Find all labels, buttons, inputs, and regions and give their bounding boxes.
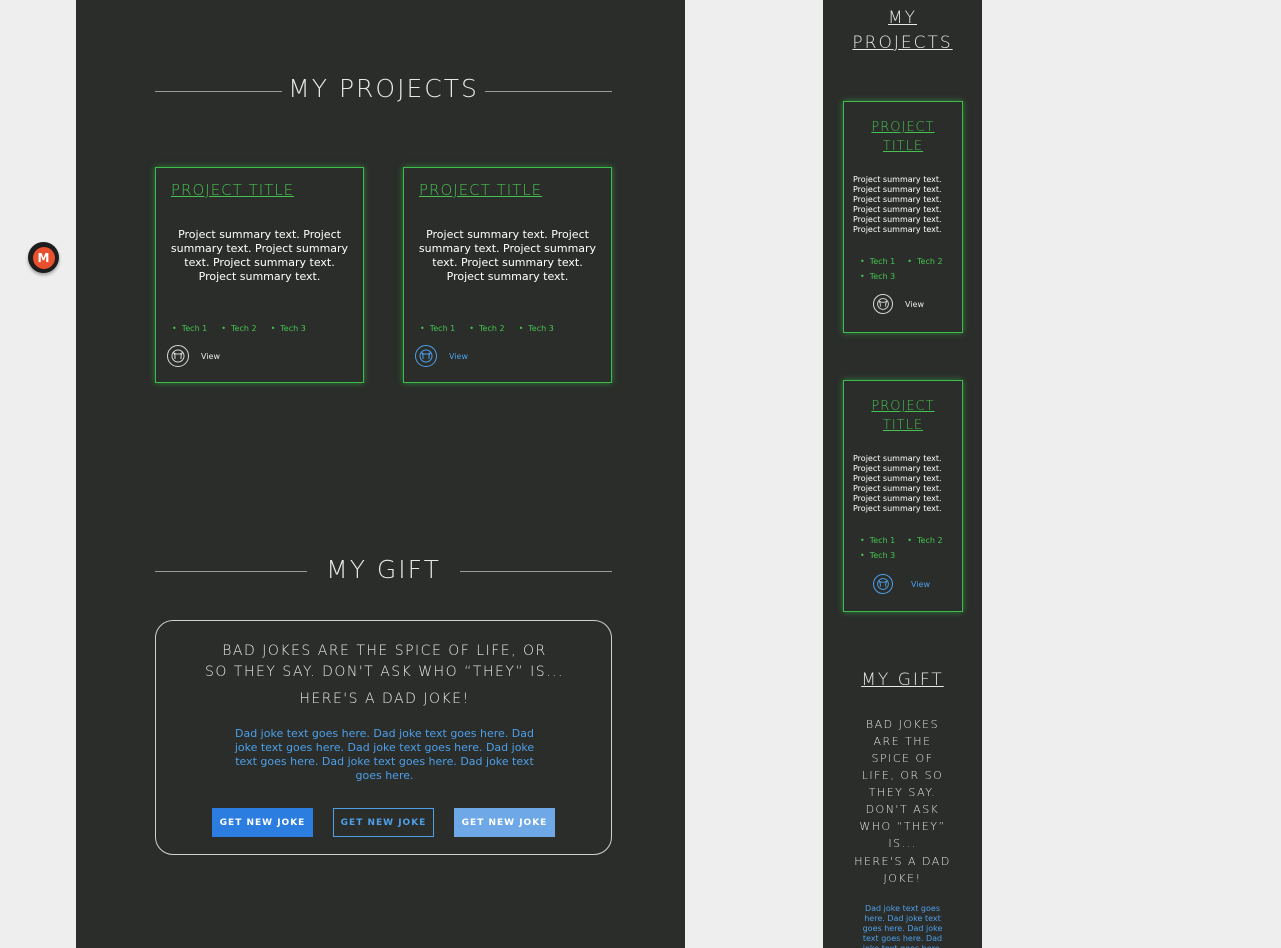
project-title[interactable]: PROJECT TITLE [844, 118, 962, 156]
heading-rule-right [460, 571, 612, 572]
gift-intro-line1: BAD JOKES ARE THE SPICE OF LIFE, OR [222, 643, 547, 659]
projects-heading-line2: PROJECTS [852, 33, 953, 53]
project-card: PROJECT TITLE Project summary text. Proj… [843, 380, 963, 612]
gift-subtitle: HERE'S A DAD JOKE! [854, 855, 951, 885]
view-row: View [873, 294, 924, 314]
github-icon[interactable] [873, 294, 893, 314]
gift-subtitle: HERE'S A DAD JOKE! [299, 691, 470, 707]
tech-item: Tech 2 [469, 324, 505, 333]
gift-box: BAD JOKES ARE THE SPICE OF LIFE, OR SO T… [155, 620, 612, 855]
github-icon[interactable] [415, 345, 437, 367]
m-badge[interactable]: M [28, 242, 59, 273]
tech-item: Tech 2 [221, 324, 257, 333]
tech-item: Tech 3 [519, 324, 554, 333]
get-new-joke-button[interactable]: GET NEW JOKE [212, 808, 313, 837]
project-card: PROJECT TITLE Project summary text. Proj… [403, 167, 612, 383]
tech-list: Tech 1 Tech 2 Tech 3 [420, 324, 554, 333]
tech-item: Tech 2 [907, 536, 943, 545]
project-title-line1: PROJECT [871, 399, 935, 414]
project-title-line1: PROJECT [871, 120, 935, 135]
project-card: PROJECT TITLE Project summary text. Proj… [155, 167, 364, 383]
tech-item: Tech 1 [860, 257, 896, 266]
get-new-joke-button-outline[interactable]: GET NEW JOKE [333, 808, 434, 837]
tech-item: Tech 1 [172, 324, 208, 333]
gift-intro: BAD JOKES ARE THE SPICE OF LIFE, OR SO T… [859, 718, 946, 850]
joke-text: Dad joke text goes here. Dad joke text g… [862, 904, 943, 948]
tech-item: Tech 3 [860, 272, 896, 281]
project-summary: Project summary text. Project summary te… [418, 228, 597, 283]
mobile-preview: MY PROJECTS PROJECT TITLE Project summar… [823, 0, 982, 948]
project-title[interactable]: PROJECT TITLE [419, 181, 542, 199]
view-link[interactable]: View [201, 352, 220, 361]
get-new-joke-button-light[interactable]: GET NEW JOKE [454, 808, 555, 837]
desktop-preview: MY PROJECTS PROJECT TITLE Project summar… [76, 0, 685, 948]
github-icon[interactable] [167, 345, 189, 367]
tech-list: Tech 1 Tech 2 Tech 3 [860, 536, 960, 560]
tech-list: Tech 1 Tech 2 Tech 3 [860, 257, 960, 281]
heading-rule-right [485, 91, 612, 92]
gift-heading: MY GIFT [861, 670, 944, 690]
project-title[interactable]: PROJECT TITLE [844, 397, 962, 435]
view-row: View [167, 345, 220, 367]
project-summary: Project summary text. Project summary te… [853, 454, 942, 513]
tech-item: Tech 3 [860, 551, 896, 560]
projects-heading: MY PROJECTS [288, 74, 479, 103]
projects-heading: MY PROJECTS [823, 6, 982, 56]
tech-item: Tech 1 [420, 324, 456, 333]
gift-intro-line2: SO THEY SAY. DON'T ASK WHO “THEY” IS... [205, 664, 564, 680]
project-title[interactable]: PROJECT TITLE [171, 181, 294, 199]
project-summary: Project summary text. Project summary te… [170, 228, 349, 283]
gift-intro: BAD JOKES ARE THE SPICE OF LIFE, OR SO T… [156, 641, 613, 683]
view-link[interactable]: View [449, 352, 468, 361]
project-card: PROJECT TITLE Project summary text. Proj… [843, 101, 963, 333]
projects-heading-line1: MY [887, 8, 918, 28]
tech-item: Tech 3 [271, 324, 306, 333]
joke-text: Dad joke text goes here. Dad joke text g… [234, 727, 535, 782]
m-badge-letter: M [32, 246, 55, 269]
github-icon[interactable] [873, 574, 893, 594]
gift-heading: MY GIFT [326, 555, 441, 584]
tech-item: Tech 1 [860, 536, 896, 545]
heading-rule-left [155, 91, 282, 92]
heading-rule-left [155, 571, 307, 572]
project-summary: Project summary text. Project summary te… [853, 175, 942, 234]
view-link[interactable]: View [905, 300, 924, 309]
project-title-line2: TITLE [882, 139, 924, 154]
tech-list: Tech 1 Tech 2 Tech 3 [172, 324, 306, 333]
view-row: View [415, 345, 468, 367]
view-row: View [873, 574, 930, 594]
view-link[interactable]: View [911, 580, 930, 589]
project-title-line2: TITLE [882, 418, 924, 433]
tech-item: Tech 2 [907, 257, 943, 266]
